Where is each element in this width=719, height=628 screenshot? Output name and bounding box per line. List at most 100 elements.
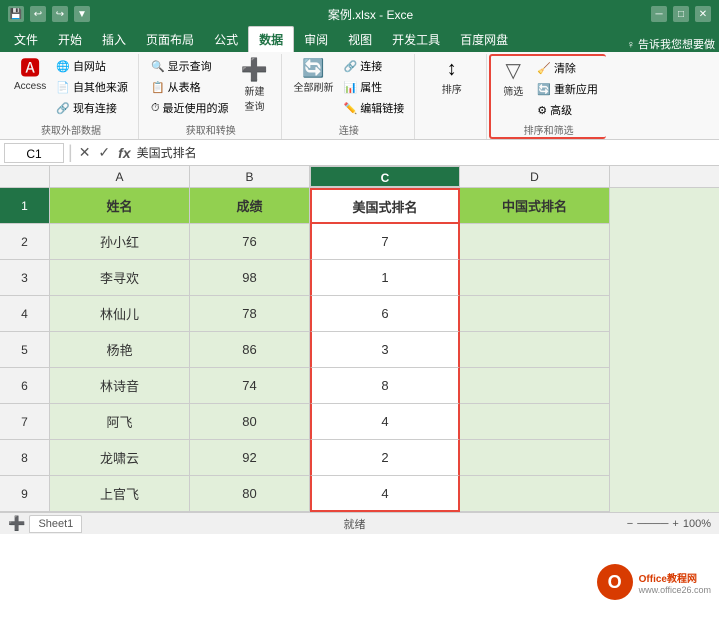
from-table-button[interactable]: 📋从表格 [147,77,233,97]
add-sheet-icon[interactable]: ➕ [8,515,25,532]
new-query-label: 新建查询 [245,83,265,113]
reapply-button[interactable]: 🔄重新应用 [533,79,602,99]
cancel-icon[interactable]: ✕ [77,144,93,161]
clear-button[interactable]: 🧹清除 [533,58,602,78]
properties-button[interactable]: 📊属性 [340,77,409,97]
row-header-9[interactable]: 9 [0,476,50,512]
row-header-3[interactable]: 3 [0,260,50,296]
cell-b7[interactable]: 80 [190,404,310,440]
cell-d9[interactable] [460,476,610,512]
other-icon: 📄 [56,81,70,94]
cell-d3[interactable] [460,260,610,296]
zoom-out-icon[interactable]: − [627,518,633,530]
cell-b8[interactable]: 92 [190,440,310,476]
advanced-button[interactable]: ⚙高级 [533,100,602,120]
show-query-button[interactable]: 🔍显示查询 [147,56,233,76]
tab-layout[interactable]: 页面布局 [136,27,204,52]
web-button[interactable]: 🌐自网站 [52,56,132,76]
cell-a5[interactable]: 杨艳 [50,332,190,368]
row-header-4[interactable]: 4 [0,296,50,332]
sort-button[interactable]: ↕ 排序 [434,56,470,99]
cell-b1[interactable]: 成绩 [190,188,310,224]
group-get-transform: 🔍显示查询 📋从表格 ⏱最近使用的源 ➕ 新建查询 获取和转换 [141,54,282,139]
zoom-slider[interactable]: ──── [637,518,668,530]
row-header-8[interactable]: 8 [0,440,50,476]
cell-c2[interactable]: 7 [310,224,460,260]
customize-icon[interactable]: ▼ [74,6,90,22]
col-header-a[interactable]: A [50,166,190,187]
zoom-in-icon[interactable]: + [672,518,678,530]
cell-d8[interactable] [460,440,610,476]
cell-a8[interactable]: 龙啸云 [50,440,190,476]
filter-icon: ▽ [506,61,521,81]
edit-links-button[interactable]: ✏️编辑链接 [340,98,409,118]
cell-c5[interactable]: 3 [310,332,460,368]
cell-c4[interactable]: 6 [310,296,460,332]
cell-b4[interactable]: 78 [190,296,310,332]
filter-button[interactable]: ▽ 筛选 [495,58,531,101]
tab-review[interactable]: 审阅 [294,27,338,52]
col-header-c[interactable]: C [310,166,460,187]
save-icon[interactable]: 💾 [8,6,24,22]
cell-b5[interactable]: 86 [190,332,310,368]
row-header-5[interactable]: 5 [0,332,50,368]
tab-file[interactable]: 文件 [4,27,48,52]
tab-home[interactable]: 开始 [48,27,92,52]
cell-d5[interactable] [460,332,610,368]
refresh-all-label: 全部刷新 [294,79,334,94]
cell-b6[interactable]: 74 [190,368,310,404]
other-sources-button[interactable]: 📄自其他来源 [52,77,132,97]
function-icon[interactable]: fx [116,145,132,161]
tab-baidu[interactable]: 百度网盘 [450,27,518,52]
row-header-2[interactable]: 2 [0,224,50,260]
restore-icon[interactable]: □ [673,6,689,22]
row-header-6[interactable]: 6 [0,368,50,404]
existing-conn-button[interactable]: 🔗现有连接 [52,98,132,118]
cell-c3[interactable]: 1 [310,260,460,296]
cell-c6[interactable]: 8 [310,368,460,404]
cell-b3[interactable]: 98 [190,260,310,296]
col-header-d[interactable]: D [460,166,610,187]
cell-c9[interactable]: 4 [310,476,460,512]
cell-c8[interactable]: 2 [310,440,460,476]
tab-developer[interactable]: 开发工具 [382,27,450,52]
cell-d1[interactable]: 中国式排名 [460,188,610,224]
undo-icon[interactable]: ↩ [30,6,46,22]
row-header-7[interactable]: 7 [0,404,50,440]
cell-d4[interactable] [460,296,610,332]
cell-c1[interactable]: 美国式排名 [310,188,460,224]
tab-formula[interactable]: 公式 [204,27,248,52]
tab-data[interactable]: 数据 [248,26,294,52]
access-button[interactable]: 🅰 Access [10,56,50,95]
cell-a4[interactable]: 林仙儿 [50,296,190,332]
confirm-icon[interactable]: ✓ [96,144,112,161]
cell-a3[interactable]: 李寻欢 [50,260,190,296]
filter-col: ▽ 筛选 [495,58,531,101]
redo-icon[interactable]: ↪ [52,6,68,22]
cell-d2[interactable] [460,224,610,260]
recent-source-button[interactable]: ⏱最近使用的源 [147,98,233,118]
status-mode: 就绪 [344,516,366,532]
close-icon[interactable]: ✕ [695,6,711,22]
cell-b9[interactable]: 80 [190,476,310,512]
cell-d7[interactable] [460,404,610,440]
cell-reference[interactable]: C1 [4,143,64,163]
cell-b2[interactable]: 76 [190,224,310,260]
row-header-1[interactable]: 1 [0,188,50,224]
connection-button[interactable]: 🔗连接 [340,56,409,76]
sheet-tab-1[interactable]: Sheet1 [29,515,82,533]
col-header-b[interactable]: B [190,166,310,187]
cell-a9[interactable]: 上官飞 [50,476,190,512]
refresh-all-button[interactable]: 🔄 全部刷新 [290,56,338,97]
cell-d6[interactable] [460,368,610,404]
cell-c7[interactable]: 4 [310,404,460,440]
new-query-button[interactable]: ➕ 新建查询 [235,56,275,116]
conn-items: 🔄 全部刷新 🔗连接 📊属性 ✏️编辑链接 [290,56,409,120]
cell-a7[interactable]: 阿飞 [50,404,190,440]
tab-insert[interactable]: 插入 [92,27,136,52]
tab-view[interactable]: 视图 [338,27,382,52]
cell-a1[interactable]: 姓名 [50,188,190,224]
minimize-icon[interactable]: ─ [651,6,667,22]
cell-a2[interactable]: 孙小红 [50,224,190,260]
cell-a6[interactable]: 林诗音 [50,368,190,404]
